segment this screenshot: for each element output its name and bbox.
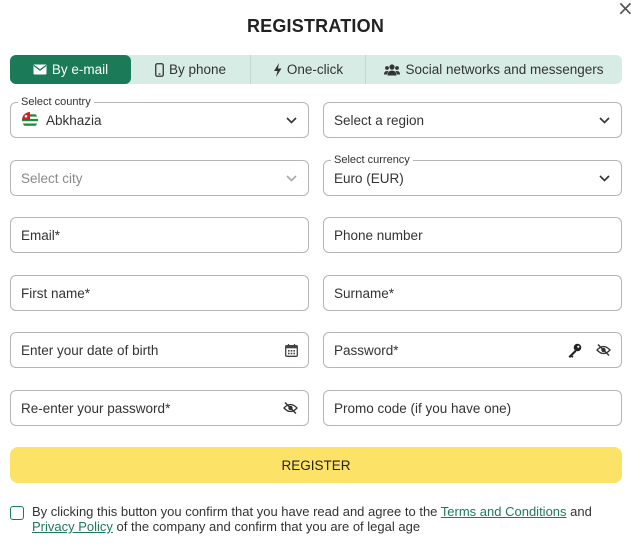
tab-by-email[interactable]: By e-mail [10, 55, 131, 84]
register-label: REGISTER [281, 457, 351, 473]
currency-label: Select currency [331, 153, 413, 167]
page-title: REGISTRATION [246, 16, 385, 36]
registration-method-tabs: By e-mail By phone One-click Social netw… [10, 55, 622, 84]
calendar-icon[interactable] [285, 343, 298, 357]
key-icon[interactable] [567, 343, 582, 358]
promo-code-field[interactable]: Promo code (if you have one) [323, 390, 622, 426]
users-icon [384, 63, 401, 76]
eye-slash-icon[interactable] [596, 344, 611, 356]
chevron-down-icon [597, 171, 611, 185]
privacy-policy-link[interactable]: Privacy Policy [32, 519, 113, 534]
first-name-placeholder: First name* [21, 285, 91, 301]
country-label: Select country [18, 95, 94, 109]
password-field[interactable]: Password* [323, 332, 622, 368]
agreement: By clicking this button you confirm that… [10, 504, 622, 534]
tab-one-click[interactable]: One-click [251, 55, 366, 84]
tab-label: Social networks and messengers [405, 62, 604, 77]
region-select[interactable]: Select a region [323, 102, 622, 138]
envelope-icon [33, 64, 47, 75]
lightning-icon [273, 62, 282, 77]
agreement-text-end: of the company and confirm that you are … [112, 519, 421, 534]
phone-icon [155, 62, 164, 77]
first-name-field[interactable]: First name* [10, 275, 309, 311]
terms-link[interactable]: Terms and Conditions [441, 504, 567, 519]
agreement-checkbox[interactable] [10, 506, 24, 520]
agreement-text: By clicking this button you confirm that… [32, 504, 622, 534]
promo-code-placeholder: Promo code (if you have one) [334, 400, 512, 416]
email-field[interactable]: Email* [10, 217, 309, 253]
tab-by-phone[interactable]: By phone [131, 55, 251, 84]
region-placeholder: Select a region [334, 112, 425, 128]
phone-placeholder: Phone number [334, 227, 423, 243]
email-placeholder: Email* [21, 227, 61, 243]
surname-placeholder: Surname* [334, 285, 395, 301]
chevron-down-icon [284, 113, 298, 127]
city-select[interactable]: Select city [10, 160, 309, 196]
surname-field[interactable]: Surname* [323, 275, 622, 311]
eye-slash-icon[interactable] [283, 402, 298, 414]
tab-label: One-click [286, 62, 344, 77]
country-select[interactable]: Select country Abkhazia [10, 95, 309, 138]
country-value: Abkhazia [46, 112, 102, 128]
chevron-down-icon [284, 171, 298, 185]
tab-label: By e-mail [51, 62, 109, 77]
dob-placeholder: Enter your date of birth [21, 342, 159, 358]
tab-label: By phone [168, 62, 227, 77]
register-button[interactable]: REGISTER [10, 447, 622, 483]
city-placeholder: Select city [21, 170, 83, 186]
agreement-text-start: By clicking this button you confirm that… [32, 504, 441, 519]
password-placeholder: Password* [334, 342, 399, 358]
abkhazia-flag-icon [22, 112, 38, 128]
repeat-password-field[interactable]: Re-enter your password* [10, 390, 309, 426]
tab-social-networks[interactable]: Social networks and messengers [366, 55, 622, 84]
chevron-down-icon [597, 113, 611, 127]
repeat-password-placeholder: Re-enter your password* [21, 400, 171, 416]
phone-field[interactable]: Phone number [323, 217, 622, 253]
currency-select[interactable]: Select currency Euro (EUR) [323, 153, 622, 196]
agreement-text-and: and [566, 504, 592, 519]
date-of-birth-field[interactable]: Enter your date of birth [10, 332, 309, 368]
currency-value: Euro (EUR) [334, 170, 404, 186]
